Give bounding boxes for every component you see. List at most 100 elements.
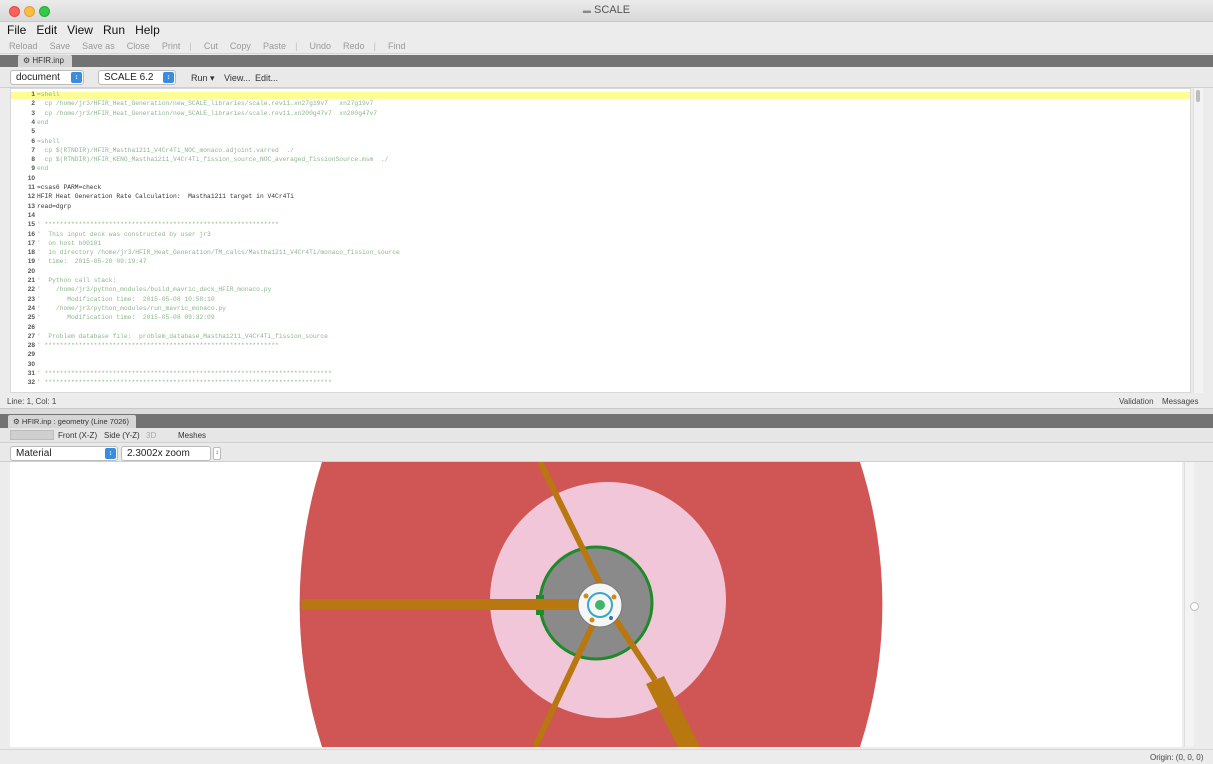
reload-button[interactable]: Reload (9, 41, 38, 51)
geometry-plot[interactable] (10, 462, 1182, 747)
menu-edit[interactable]: Edit (36, 23, 57, 37)
code-line[interactable]: 1 =shell (11, 91, 1190, 99)
scrollbar-thumb[interactable] (1196, 90, 1200, 102)
print-button[interactable]: Print (162, 41, 181, 51)
code-line[interactable]: 3 cp /home/jr3/HFIR_Heat_Generation/new_… (11, 109, 1190, 118)
redo-button[interactable]: Redo (343, 41, 365, 51)
code-line[interactable]: 16 ' This input deck was constructed by u… (11, 231, 1190, 239)
zoom-field[interactable]: 2.3002x zoom (121, 446, 211, 461)
code-line[interactable]: 30 (11, 361, 1190, 369)
code-line[interactable]: 17 ' on host b00101 (11, 240, 1190, 248)
core-dot (609, 616, 613, 620)
scrollbar-knob[interactable] (1190, 602, 1199, 611)
code-line[interactable]: 27 ' Problem database file: problem_datab… (11, 333, 1190, 341)
code-line[interactable]: 5 (11, 129, 1190, 136)
menu-run[interactable]: Run (103, 23, 125, 37)
core-inner-green (595, 600, 605, 610)
line-text: cp $(RTNDIR)/HFIR_KENO_Mastha1211_V4Cr4T… (37, 156, 389, 164)
stepper-icon: ↕ (105, 448, 116, 459)
code-line[interactable]: 20 (11, 268, 1190, 276)
code-line[interactable]: 22 ' /home/jr3/python_modules/build_mavri… (11, 287, 1190, 294)
horizontal-arm (302, 599, 580, 610)
editor-controls: document ↕ SCALE 6.2 ↕ Run ▾ View... Edi… (0, 67, 1213, 88)
code-line[interactable]: 26 (11, 323, 1190, 332)
save-button[interactable]: Save (50, 41, 71, 51)
line-number: 7 (31, 146, 35, 154)
toolbar-separator: | (189, 41, 192, 51)
code-editor[interactable]: 1 =shell 2 cp /home/jr3/HFIR_Heat_Generati… (10, 88, 1191, 393)
scale-app-icon: ▬ (582, 6, 591, 15)
tab-hfir-inp[interactable]: ⚙ HFIR.inp (18, 55, 72, 67)
edit-button[interactable]: Edit... (255, 73, 278, 83)
line-text: ' Modification time: 2015-05-08 10:58:10 (37, 295, 215, 303)
tab-front-xz[interactable]: Front (X-Z) (58, 431, 97, 440)
tab-geometry[interactable]: ⚙ HFIR.inp : geometry (Line 7026) (8, 415, 136, 428)
undo-button[interactable]: Undo (309, 41, 331, 51)
line-number: 13 (27, 202, 35, 210)
geometry-scrollbar[interactable] (1184, 462, 1199, 747)
code-line[interactable]: 7 cp $(RTNDIR)/HFIR_Mastha1211_V4Cr4Ti_N… (11, 146, 1190, 155)
close-button[interactable]: Close (127, 41, 150, 51)
geometry-controls: Material ↕ 2.3002x zoom ↕ (0, 444, 1213, 462)
code-line[interactable]: 31 ' ************************************… (11, 370, 1190, 378)
code-line[interactable]: 24 ' /home/jr3/python_modules/run_mavric_… (11, 305, 1190, 313)
tab-3d[interactable]: 3D (146, 431, 156, 440)
tab-meshes[interactable]: Meshes (178, 431, 206, 440)
line-number: 32 (27, 379, 35, 387)
geometry-viewer[interactable] (10, 462, 1182, 747)
line-text: cp /home/jr3/HFIR_Heat_Generation/new_SC… (37, 100, 374, 108)
menu-view[interactable]: View (67, 23, 93, 37)
code-line[interactable]: 13 read=dgrp (11, 202, 1190, 211)
messages-button[interactable]: Messages (1162, 397, 1198, 406)
code-scrollbar[interactable] (1193, 88, 1203, 393)
code-line[interactable]: 6 =shell (11, 137, 1190, 146)
cut-button[interactable]: Cut (204, 41, 218, 51)
run-menu-button[interactable]: Run ▾ (191, 73, 215, 84)
color-by-select[interactable]: Material ↕ (10, 446, 118, 461)
line-text: HFIR Heat Generation Rate Calculation: M… (37, 193, 294, 201)
code-line[interactable]: 4 end (11, 118, 1190, 127)
line-number: 6 (31, 137, 35, 145)
code-line[interactable]: 19 ' time: 2015-05-20 09:19:47 (11, 259, 1190, 266)
line-number: 26 (27, 323, 35, 331)
line-number: 23 (27, 295, 35, 303)
code-line[interactable]: 12 HFIR Heat Generation Rate Calculation:… (11, 194, 1190, 201)
code-line[interactable]: 23 ' Modification time: 2015-05-08 10:58:… (11, 295, 1190, 304)
code-line[interactable]: 8 cp $(RTNDIR)/HFIR_KENO_Mastha1211_V4Cr… (11, 156, 1190, 164)
origin-readout: Origin: (0, 0, 0) (1150, 753, 1204, 762)
code-line[interactable]: 2 cp /home/jr3/HFIR_Heat_Generation/new_… (11, 101, 1190, 108)
code-line[interactable]: 28 ' ************************************… (11, 342, 1190, 350)
line-number: 21 (27, 277, 35, 284)
line-number: 15 (27, 221, 35, 229)
code-line[interactable]: 14 (11, 212, 1190, 220)
menu-help[interactable]: Help (135, 23, 160, 37)
code-line[interactable]: 25 ' Modification time: 2015-05-08 09:32:… (11, 314, 1190, 322)
paste-button[interactable]: Paste (263, 41, 286, 51)
code-line[interactable]: 29 (11, 352, 1190, 359)
code-line[interactable]: 15 ' ************************************… (11, 221, 1190, 229)
code-line[interactable]: 11 =csas6 PARM=check (11, 184, 1190, 192)
line-number: 1 (31, 91, 35, 98)
validation-button[interactable]: Validation (1119, 397, 1154, 406)
gear-icon: ⚙ (23, 56, 31, 65)
code-line[interactable]: 9 end (11, 166, 1190, 173)
code-line[interactable]: 10 (11, 175, 1190, 183)
line-text: ' in directory /home/jr3/HFIR_Heat_Gener… (37, 249, 400, 257)
window-title: ▬ SCALE (582, 4, 631, 16)
zoom-stepper[interactable]: ↕ (213, 447, 221, 460)
save-as-button[interactable]: Save as (82, 41, 115, 51)
code-line[interactable]: 32 ' ************************************… (11, 380, 1190, 387)
menu-file[interactable]: File (7, 23, 26, 37)
line-number: 3 (31, 109, 35, 117)
view-button[interactable]: View... (224, 73, 250, 83)
code-line[interactable]: 18 ' in directory /home/jr3/HFIR_Heat_Gen… (11, 249, 1190, 257)
line-text: cp /home/jr3/HFIR_Heat_Generation/new_SC… (37, 109, 378, 117)
line-number: 11 (28, 184, 35, 191)
mode-select[interactable]: document ↕ (10, 70, 84, 85)
version-select[interactable]: SCALE 6.2 ↕ (98, 70, 176, 85)
find-button[interactable]: Find (388, 41, 406, 51)
code-line[interactable]: 21 ' Python call stack: (11, 277, 1190, 285)
tab-side-yz[interactable]: Side (Y-Z) (104, 431, 140, 440)
copy-button[interactable]: Copy (230, 41, 251, 51)
line-number: 4 (31, 118, 35, 126)
